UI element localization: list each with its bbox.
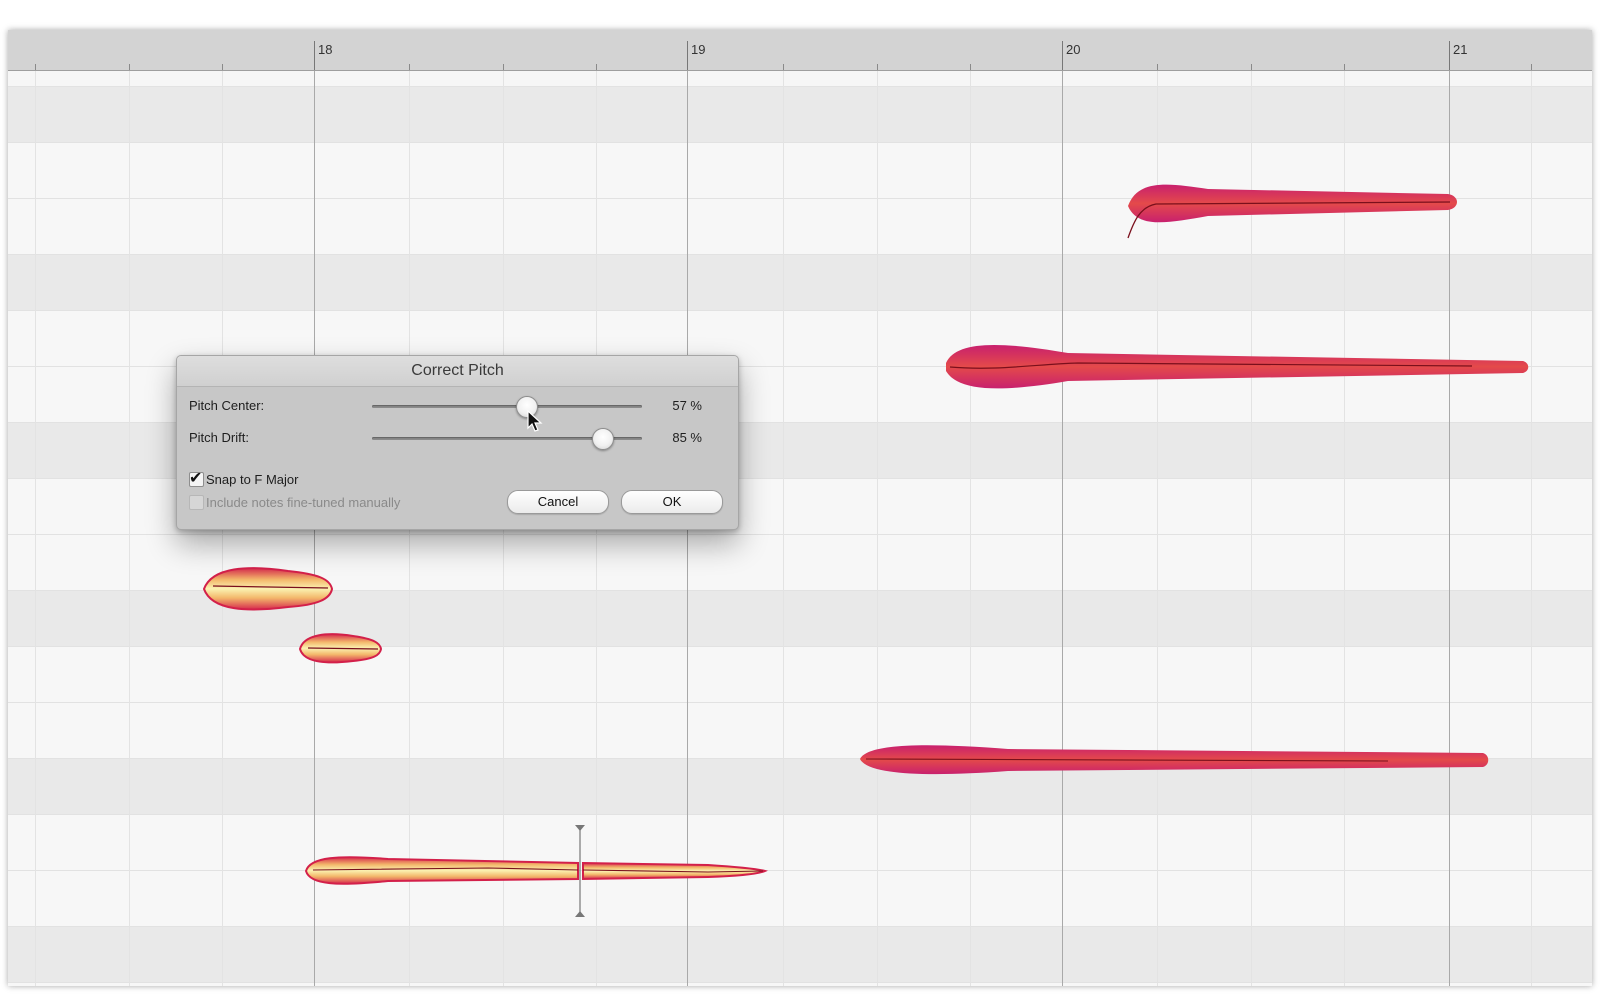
ruler-tick [409,64,410,70]
timeline-ruler[interactable]: 18 19 20 21 [8,30,1592,71]
selected-note-blob[interactable] [304,856,768,885]
mouse-pointer-icon [527,410,543,432]
bar-label-20: 20 [1066,42,1081,57]
note-blob[interactable] [946,344,1529,389]
include-fine-tuned-label[interactable]: Include notes fine-tuned manually [206,495,400,510]
bar-marker [1449,41,1450,70]
pitch-center-label: Pitch Center: [189,398,265,413]
pitch-drift-slider[interactable] [372,428,642,450]
ruler-tick [596,64,597,70]
ruler-tick [222,64,223,70]
ruler-tick [783,64,784,70]
bar-marker [314,41,315,70]
snap-to-key-checkbox[interactable] [189,468,204,488]
pitch-drift-label: Pitch Drift: [189,430,249,445]
ok-button[interactable]: OK [621,490,723,514]
selected-note-blob[interactable] [298,633,383,664]
pitch-drift-slider-knob[interactable] [591,428,614,450]
selected-note-blob[interactable] [202,567,334,611]
ruler-tick [503,64,504,70]
ruler-tick [129,64,130,70]
ruler-tick [35,64,36,70]
dialog-title: Correct Pitch [177,356,738,387]
cancel-button[interactable]: Cancel [507,490,609,514]
pitch-center-value: 57 % [672,398,702,413]
bar-marker [1062,41,1063,70]
note-blob[interactable] [860,745,1489,775]
ruler-tick [970,64,971,70]
ruler-tick [877,64,878,70]
bar-label-19: 19 [691,42,706,57]
include-fine-tuned-checkbox[interactable] [189,495,204,510]
ruler-tick [1157,64,1158,70]
pitch-drift-value: 85 % [672,430,702,445]
bar-marker [687,41,688,70]
note-blob[interactable] [1127,184,1457,239]
correct-pitch-dialog[interactable]: Correct Pitch Pitch Center: 57 % Pitch D… [176,355,739,530]
pitch-center-slider[interactable] [372,396,642,418]
bar-label-18: 18 [318,42,333,57]
ruler-tick [1251,64,1252,70]
bar-label-21: 21 [1453,42,1468,57]
snap-to-key-label[interactable]: Snap to F Major [206,472,299,487]
ruler-tick [1344,64,1345,70]
ruler-tick [1531,64,1532,70]
